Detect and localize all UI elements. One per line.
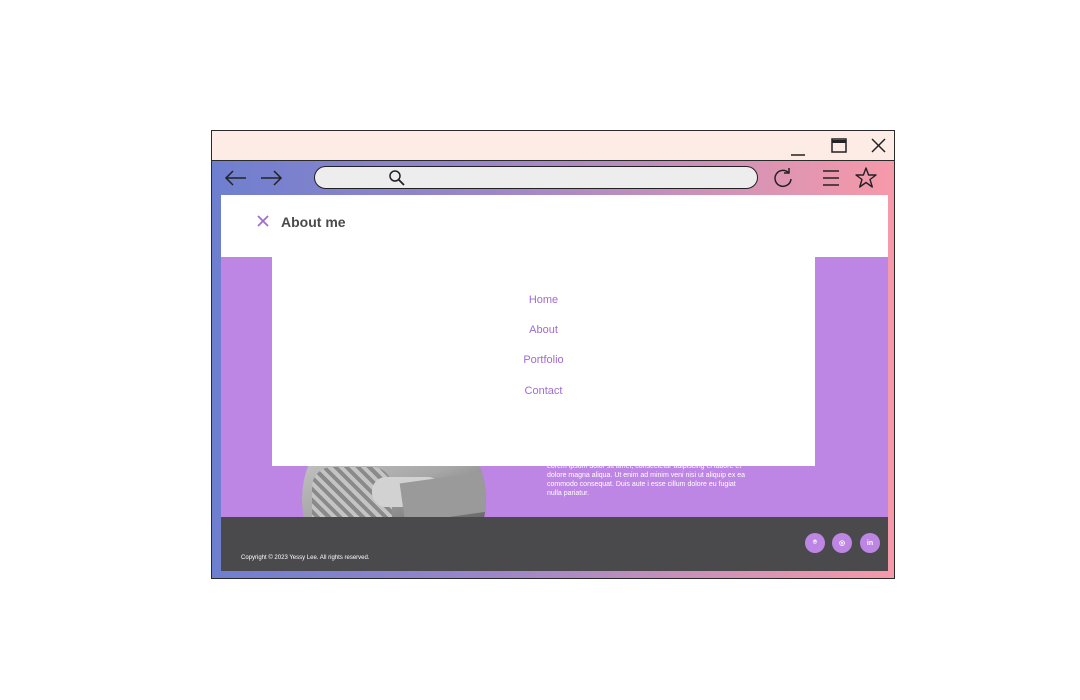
menu-item-contact[interactable]: Contact: [272, 385, 815, 397]
copyright-text: Copyright © 2023 Yessy Lee. All rights r…: [241, 555, 370, 561]
bookmark-star-icon[interactable]: [853, 165, 879, 191]
maximize-icon[interactable]: [827, 135, 851, 157]
back-arrow-icon[interactable]: [222, 166, 250, 190]
search-icon: [389, 170, 405, 186]
menu-item-portfolio[interactable]: Portfolio: [272, 354, 815, 366]
menu-item-home[interactable]: Home: [272, 294, 815, 306]
site-header: About me: [221, 195, 888, 257]
browser-window: About me Lorem ipsum dolor sit amet, con…: [211, 130, 895, 579]
browser-toolbar: [212, 161, 894, 194]
menu-icon[interactable]: [818, 165, 844, 191]
minimize-icon[interactable]: [786, 135, 810, 157]
close-menu-icon[interactable]: [256, 214, 270, 228]
page-viewport: About me Lorem ipsum dolor sit amet, con…: [221, 195, 888, 571]
site-title: About me: [281, 214, 346, 230]
github-icon[interactable]: ⌾: [805, 533, 825, 553]
address-bar[interactable]: [314, 166, 758, 189]
window-titlebar: [212, 131, 894, 161]
about-paragraph: Lorem ipsum dolor sit amet, consectetur …: [547, 463, 746, 497]
menu-item-about[interactable]: About: [272, 324, 815, 336]
forward-arrow-icon[interactable]: [257, 166, 285, 190]
instagram-icon[interactable]: ◎: [832, 533, 852, 553]
site-footer: Copyright © 2023 Yessy Lee. All rights r…: [221, 517, 888, 571]
close-window-icon[interactable]: [866, 135, 890, 157]
reload-icon[interactable]: [770, 165, 796, 191]
linkedin-icon[interactable]: in: [860, 533, 880, 553]
nav-menu-overlay: Home About Portfolio Contact: [272, 257, 815, 466]
